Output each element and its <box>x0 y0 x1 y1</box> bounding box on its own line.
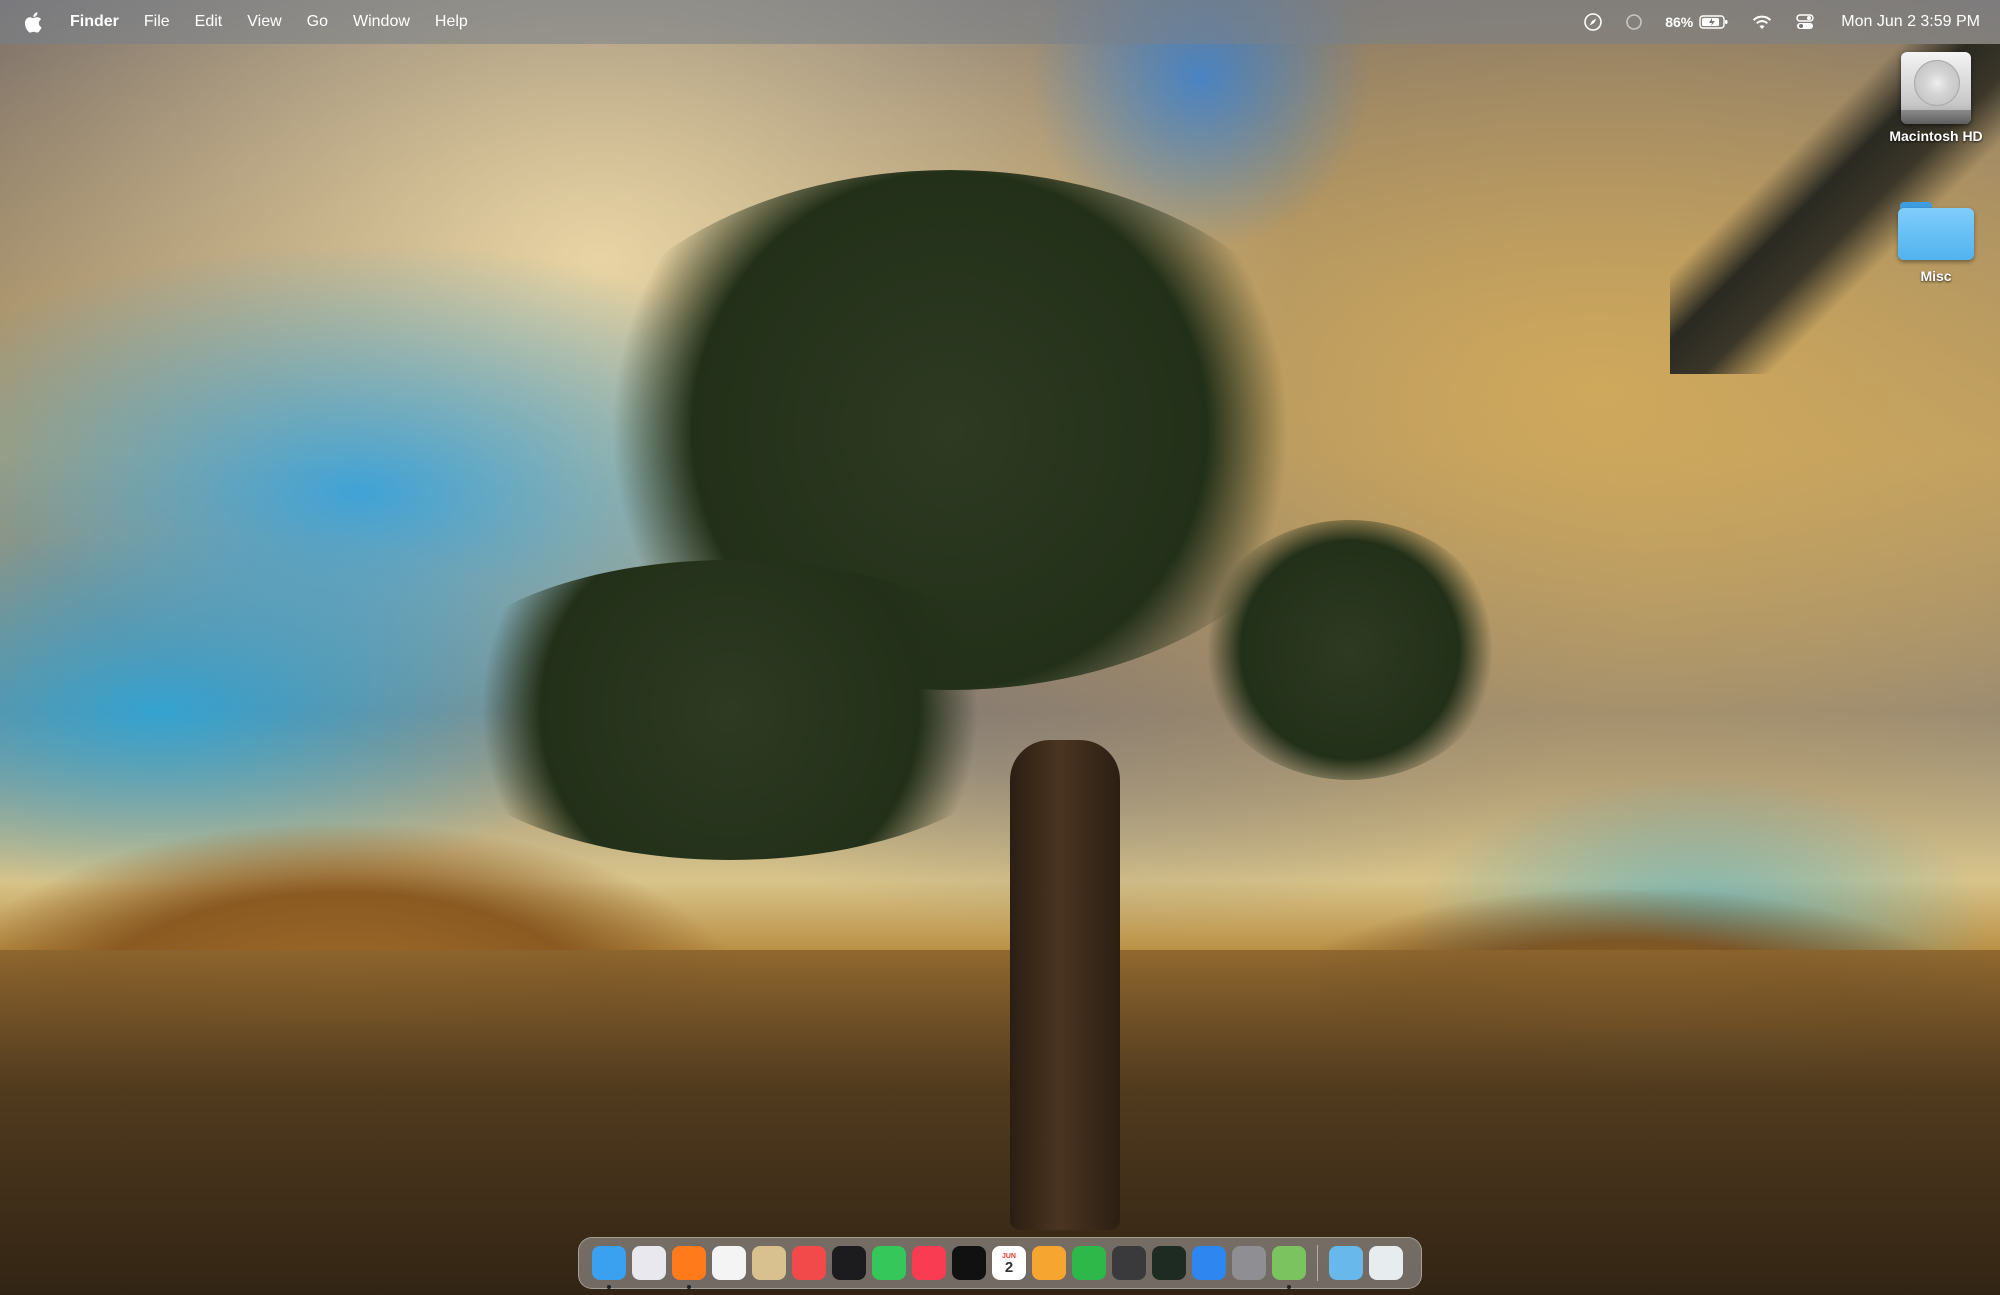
running-indicator <box>1287 1285 1291 1289</box>
dock-stocks-icon[interactable] <box>832 1246 866 1280</box>
wallpaper-tree-trunk <box>1010 740 1120 1230</box>
menu-app-finder[interactable]: Finder <box>70 0 119 44</box>
dock-downloads-folder-icon[interactable] <box>1329 1246 1363 1280</box>
menu-view[interactable]: View <box>247 0 281 44</box>
calendar-day-label: 2 <box>1004 1259 1014 1276</box>
menubar-clock[interactable]: Mon Jun 2 3:59 PM <box>1841 13 1980 31</box>
running-indicator <box>607 1285 611 1289</box>
dock-safari-icon[interactable] <box>1192 1246 1226 1280</box>
dock-news-icon[interactable] <box>792 1246 826 1280</box>
dock-activity-monitor-icon[interactable] <box>1152 1246 1186 1280</box>
dock-calendar-icon[interactable]: JUN 2 <box>992 1246 1026 1280</box>
hard-drive-icon <box>1901 52 1971 124</box>
desktop-item-macintosh-hd[interactable]: Macintosh HD <box>1876 52 1996 144</box>
dock-finder-icon[interactable] <box>592 1246 626 1289</box>
wallpaper-tree-canopy-lower <box>420 560 1040 860</box>
dock-textedit-icon[interactable] <box>712 1246 746 1280</box>
dock-maps-like-icon[interactable] <box>1272 1246 1306 1289</box>
dock-firefox-icon[interactable] <box>672 1246 706 1289</box>
battery-icon[interactable] <box>1699 14 1729 30</box>
menu-edit[interactable]: Edit <box>195 0 223 44</box>
wifi-icon[interactable] <box>1751 14 1773 31</box>
dock-separator <box>1317 1245 1318 1281</box>
control-center-icon[interactable] <box>1795 13 1815 31</box>
dock: JUN 2 <box>578 1237 1422 1289</box>
dock-music-icon[interactable] <box>912 1246 946 1280</box>
dock-pages-icon[interactable] <box>1032 1246 1066 1280</box>
folder-icon <box>1898 198 1974 260</box>
siri-icon[interactable] <box>1625 13 1643 31</box>
desktop-item-label: Misc <box>1920 268 1952 284</box>
menu-bar: Finder File Edit View Go Window Help 86%… <box>0 0 2000 44</box>
dock-messages-icon[interactable] <box>872 1246 906 1280</box>
dock-calculator-icon[interactable] <box>1112 1246 1146 1280</box>
dock-trash-icon[interactable] <box>1369 1246 1403 1280</box>
menu-go[interactable]: Go <box>307 0 328 44</box>
focus-compass-icon[interactable] <box>1583 12 1603 32</box>
menu-file[interactable]: File <box>144 0 170 44</box>
wallpaper-tree-canopy-right <box>1200 520 1500 780</box>
dock-system-settings-icon[interactable] <box>1232 1246 1266 1280</box>
desktop-item-label: Macintosh HD <box>1889 128 1983 144</box>
menu-window[interactable]: Window <box>353 0 410 44</box>
dock-apple-tv-icon[interactable] <box>952 1246 986 1280</box>
running-indicator <box>687 1285 691 1289</box>
menu-help[interactable]: Help <box>435 0 468 44</box>
dock-color-ui-icon[interactable] <box>752 1246 786 1280</box>
apple-menu-icon[interactable] <box>22 11 44 33</box>
dock-numbers-icon[interactable] <box>1072 1246 1106 1280</box>
battery-percentage: 86% <box>1665 14 1694 30</box>
desktop-item-misc[interactable]: Misc <box>1876 198 1996 284</box>
dock-launchpad-icon[interactable] <box>632 1246 666 1280</box>
